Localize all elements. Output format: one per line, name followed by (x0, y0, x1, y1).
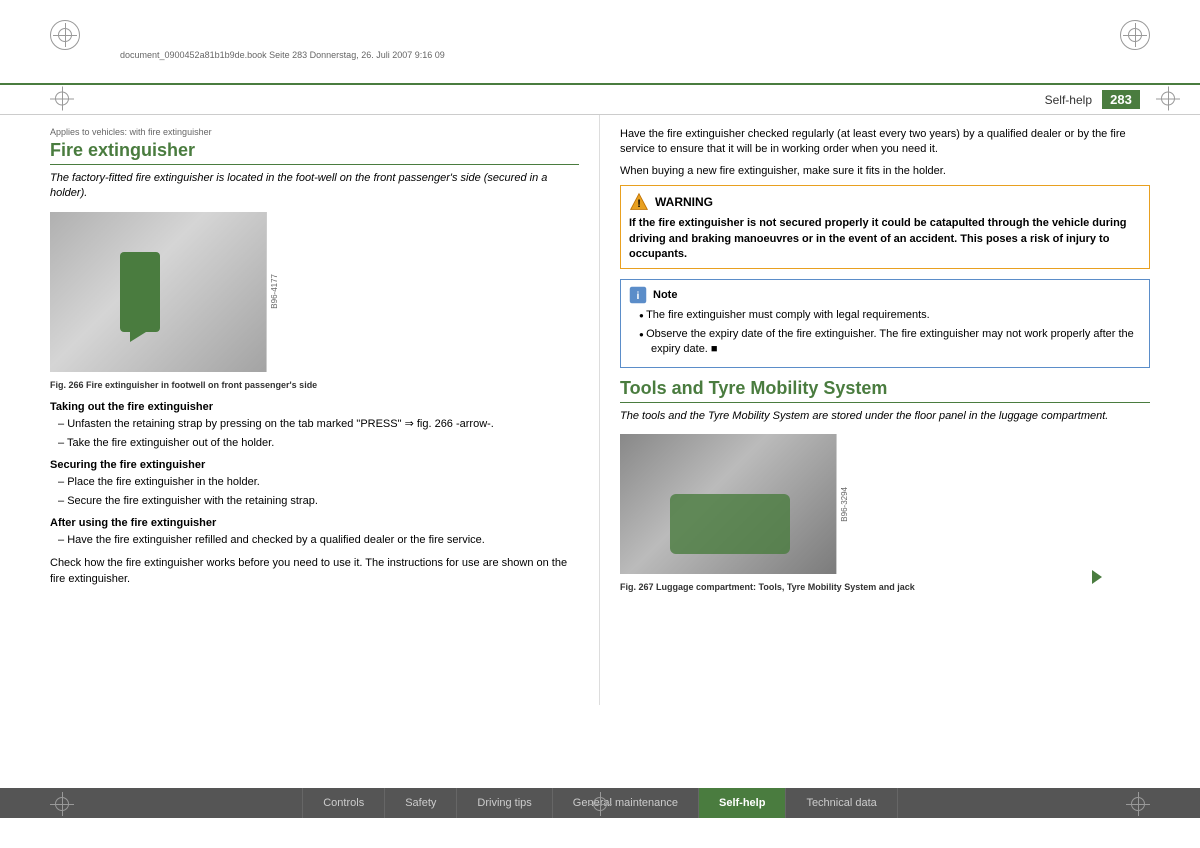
extinguisher-green (120, 252, 160, 332)
crosshair-header-right (1156, 86, 1180, 110)
main-content: Applies to vehicles: with fire extinguis… (0, 115, 1200, 705)
luggage-image: B96-3294 (620, 434, 850, 574)
nav-item-general-maintenance[interactable]: General maintenance (553, 788, 699, 818)
securing-step-2: – Secure the fire extinguisher with the … (58, 494, 579, 509)
nav-item-driving-tips[interactable]: Driving tips (457, 788, 552, 818)
securing-step-1: – Place the fire extinguisher in the hol… (58, 475, 579, 490)
body-text-1: Have the fire extinguisher checked regul… (620, 127, 1150, 158)
fire-extinguisher-image: B96-4177 (50, 212, 280, 372)
tools-intro: The tools and the Tyre Mobility System a… (620, 409, 1150, 424)
taking-out-step-1: – Unfasten the retaining strap by pressi… (58, 417, 579, 432)
note-header: i Note (629, 286, 1141, 304)
luggage-image-container: B96-3294 Fig. 267 Luggage compartment: T… (620, 434, 1150, 594)
note-bullet-2: Observe the expiry date of the fire exti… (639, 327, 1141, 358)
tools-title: Tools and Tyre Mobility System (620, 378, 1150, 403)
fire-extinguisher-title: Fire extinguisher (50, 140, 579, 165)
reg-mark-top-right (1120, 20, 1150, 50)
securing-title: Securing the fire extinguisher (50, 459, 579, 471)
right-column: Have the fire extinguisher checked regul… (600, 115, 1200, 705)
crosshair-tl (53, 23, 77, 47)
warning-icon: ! (629, 192, 649, 212)
image-side-label: B96-4177 (266, 212, 280, 372)
left-column: Applies to vehicles: with fire extinguis… (0, 115, 600, 705)
luggage-img-side-label: B96-3294 (836, 434, 850, 574)
after-using-title: After using the fire extinguisher (50, 517, 579, 529)
fig267-caption: Fig. 267 Luggage compartment: Tools, Tyr… (620, 582, 1150, 594)
crosshair-bottom-left (50, 792, 74, 816)
next-page-arrow (1092, 570, 1102, 584)
warning-text: If the fire extinguisher is not secured … (629, 216, 1141, 262)
svg-text:!: ! (637, 198, 641, 210)
note-title: Note (653, 289, 677, 301)
body-text-2: When buying a new fire extinguisher, mak… (620, 164, 1150, 179)
crosshair-bottom-center (588, 792, 612, 816)
note-bullet-1: The fire extinguisher must comply with l… (639, 308, 1141, 323)
img-code-right: B96-3294 (840, 487, 849, 522)
img-code-left: B96-4177 (270, 274, 279, 309)
top-bar: document_0900452a81b1b9de.book Seite 283… (0, 0, 1200, 85)
page-header: Self-help 283 (0, 85, 1200, 115)
after-using-step-1: – Have the fire extinguisher refilled an… (58, 533, 579, 548)
fire-extinguisher-intro: The factory-fitted fire extinguisher is … (50, 171, 579, 202)
warning-box: ! WARNING If the fire extinguisher is no… (620, 185, 1150, 269)
nav-item-self-help[interactable]: Self-help (699, 788, 786, 818)
note-icon: i (629, 286, 647, 304)
taking-out-step-2: – Take the fire extinguisher out of the … (58, 436, 579, 451)
reg-mark-top-left (50, 20, 80, 50)
header-reg-mark-left (50, 86, 74, 113)
image-arrow (130, 322, 146, 342)
doc-info: document_0900452a81b1b9de.book Seite 283… (120, 50, 445, 60)
fig266-caption: Fig. 266 Fire extinguisher in footwell o… (50, 380, 579, 392)
crosshair-tr (1123, 23, 1147, 47)
applies-label: Applies to vehicles: with fire extinguis… (50, 127, 579, 137)
bottom-bar: Controls Safety Driving tips General mai… (0, 788, 1200, 848)
svg-text:i: i (637, 290, 640, 302)
warning-header: ! WARNING (629, 192, 1141, 212)
header-section-title: Self-help (1045, 93, 1092, 107)
note-box: i Note The fire extinguisher must comply… (620, 279, 1150, 367)
crosshair-bottom-right (1126, 792, 1150, 816)
check-text: Check how the fire extinguisher works be… (50, 556, 579, 587)
nav-item-technical-data[interactable]: Technical data (786, 788, 897, 818)
fig266-label: Fig. 266 Fire extinguisher in footwell o… (50, 380, 317, 390)
crosshair-header-left (50, 86, 74, 110)
warning-title: WARNING (655, 195, 713, 209)
nav-item-controls[interactable]: Controls (302, 788, 385, 818)
luggage-green-tools (670, 494, 790, 554)
fig267-label: Fig. 267 Luggage compartment: Tools, Tyr… (620, 582, 915, 592)
nav-item-safety[interactable]: Safety (385, 788, 457, 818)
header-reg-mark-right (1156, 86, 1180, 113)
taking-out-title: Taking out the fire extinguisher (50, 401, 579, 413)
page-number: 283 (1102, 90, 1140, 109)
